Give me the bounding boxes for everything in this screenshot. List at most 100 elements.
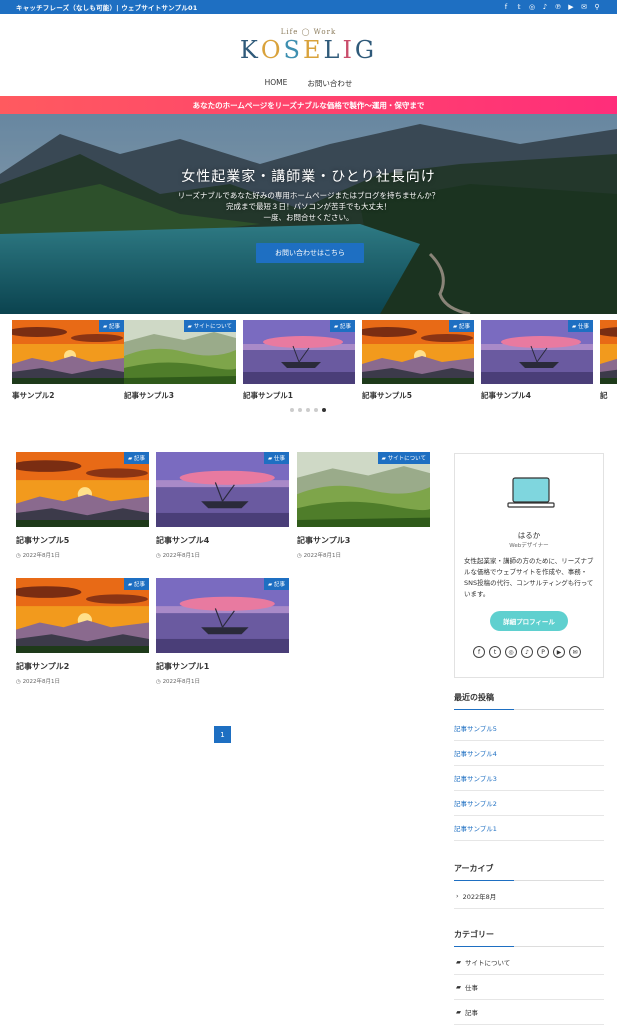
post-card[interactable]: ▰ 記事 記事サンプル2 ◷ 2022年8月1日 <box>16 578 149 685</box>
pinterest-icon[interactable]: P <box>537 646 549 658</box>
recent-item[interactable]: 記事サンプル2 <box>454 791 604 816</box>
slider-dot[interactable] <box>314 408 318 412</box>
recent-item[interactable]: 記事サンプル4 <box>454 741 604 766</box>
category-badge-label: サイトについて <box>387 456 426 462</box>
logo-letter: G <box>354 36 378 64</box>
twitter-icon[interactable]: 𝕥 <box>515 3 523 11</box>
slider-item[interactable]: 記 <box>600 320 617 401</box>
facebook-icon[interactable]: f <box>473 646 485 658</box>
post-thumbnail[interactable]: ▰ 記事 <box>16 578 149 653</box>
recent-item[interactable]: 記事サンプル1 <box>454 816 604 841</box>
slider-item-title[interactable]: 記事サンプル3 <box>124 390 236 401</box>
post-title[interactable]: 記事サンプル1 <box>156 661 289 672</box>
slider-item[interactable]: ▰ 記事 記事サンプル5 <box>362 320 474 401</box>
post-thumbnail[interactable]: ▰ 記事 <box>16 452 149 527</box>
promo-banner[interactable]: あなたのホームページをリーズナブルな価格で製作〜運用・保守まで <box>0 96 617 114</box>
slider-thumbnail[interactable]: ▰ 記事 <box>12 320 124 384</box>
category-badge-label: 記事 <box>133 456 145 462</box>
slider-item[interactable]: ▰ サイトについて 記事サンプル3 <box>124 320 236 401</box>
instagram-icon[interactable]: ◎ <box>505 646 517 658</box>
slider-dot[interactable] <box>290 408 294 412</box>
profile-role: Webデザイナー <box>509 543 549 549</box>
slider-dots <box>290 408 326 412</box>
archive-item-label: 2022年8月 <box>462 893 497 901</box>
site-logo[interactable]: KOSELIG <box>0 36 617 64</box>
category-item-label: 記事 <box>465 1009 478 1017</box>
slider-thumbnail[interactable] <box>600 320 617 384</box>
post-card[interactable]: ▰ サイトについて 記事サンプル3 ◷ 2022年8月1日 <box>297 452 430 559</box>
category-badge: ▰ サイトについて <box>183 320 236 332</box>
post-thumbnail[interactable]: ▰ 記事 <box>156 578 289 653</box>
slider-item-title[interactable]: 記事サンプル5 <box>362 390 474 401</box>
instagram-icon[interactable]: ◎ <box>528 3 536 11</box>
category-list: ▰ サイトについて ▰ 仕事 ▰ 記事 <box>454 950 604 1025</box>
slider-thumbnail[interactable]: ▰ 仕事 <box>481 320 593 384</box>
archive-item[interactable]: › 2022年8月 <box>454 884 604 909</box>
slider-item[interactable]: ▰ 記事 事サンプル2 <box>12 320 124 401</box>
pinterest-icon[interactable]: ℗ <box>554 3 562 11</box>
slider-thumbnail[interactable]: ▰ サイトについて <box>124 320 236 384</box>
profile-bio: 女性起業家・講師の方のために、リーズナブルな価格でウェブサイトを作成や、事務・S… <box>464 557 594 598</box>
archive-title: アーカイブ <box>454 863 604 881</box>
slider-item-title[interactable]: 記事サンプル4 <box>481 390 593 401</box>
category-badge-label: 仕事 <box>577 324 589 330</box>
category-item-label: 仕事 <box>465 984 478 992</box>
profile-detail-button[interactable]: 詳細プロフィール <box>490 611 568 631</box>
slider-dot[interactable] <box>306 408 310 412</box>
nav-contact[interactable]: お問い合わせ <box>307 78 352 89</box>
recent-item[interactable]: 記事サンプル3 <box>454 766 604 791</box>
category-item[interactable]: ▰ サイトについて <box>454 950 604 975</box>
category-badge: ▰ 記事 <box>124 578 149 590</box>
twitter-icon[interactable]: t <box>489 646 501 658</box>
pagination-page-1[interactable]: 1 <box>214 726 231 743</box>
mail-icon[interactable]: ✉ <box>580 3 588 11</box>
recent-item[interactable]: 記事サンプル5 <box>454 716 604 741</box>
slider-item-title[interactable]: 記 <box>600 390 617 401</box>
post-card[interactable]: ▰ 仕事 記事サンプル4 ◷ 2022年8月1日 <box>156 452 289 559</box>
post-title[interactable]: 記事サンプル5 <box>16 535 149 546</box>
tiktok-icon[interactable]: ♪ <box>541 3 549 11</box>
post-title[interactable]: 記事サンプル3 <box>297 535 430 546</box>
archive-list: › 2022年8月 <box>454 884 604 909</box>
mail-icon[interactable]: ✉ <box>569 646 581 658</box>
facebook-icon[interactable]: f <box>502 3 510 11</box>
slider-item-title[interactable]: 記事サンプル1 <box>243 390 355 401</box>
post-thumbnail[interactable]: ▰ サイトについて <box>297 452 430 527</box>
category-badge-label: 記事 <box>273 582 285 588</box>
post-date: ◷ 2022年8月1日 <box>156 677 289 685</box>
sunset-image <box>600 320 617 384</box>
main-nav: HOME お問い合わせ <box>0 78 617 89</box>
post-card[interactable]: ▰ 記事 記事サンプル5 ◷ 2022年8月1日 <box>16 452 149 559</box>
post-card[interactable]: ▰ 記事 記事サンプル1 ◷ 2022年8月1日 <box>156 578 289 685</box>
slider-item[interactable]: ▰ 記事 記事サンプル1 <box>243 320 355 401</box>
folder-icon: ▰ <box>456 983 461 991</box>
hero-contact-button[interactable]: お問い合わせはこちら <box>256 243 364 263</box>
slider-dot[interactable] <box>298 408 302 412</box>
post-date-text: 2022年8月1日 <box>162 679 201 685</box>
tiktok-icon[interactable]: ♪ <box>521 646 533 658</box>
slider-thumbnail[interactable]: ▰ 記事 <box>243 320 355 384</box>
search-icon[interactable]: ⚲ <box>593 3 601 11</box>
hero-lead-line-2: 完成まで最短３日！パソコンが苦手でも大丈夫！ <box>226 202 391 211</box>
post-date: ◷ 2022年8月1日 <box>156 551 289 559</box>
profile-name: はるか <box>517 531 541 540</box>
post-thumbnail[interactable]: ▰ 仕事 <box>156 452 289 527</box>
slider-dot[interactable] <box>322 408 326 412</box>
logo-letter: E <box>302 36 324 64</box>
youtube-icon[interactable]: ▶ <box>567 3 575 11</box>
laptop-icon <box>507 477 555 508</box>
post-title[interactable]: 記事サンプル2 <box>16 661 149 672</box>
slider-thumbnail[interactable]: ▰ 記事 <box>362 320 474 384</box>
category-item[interactable]: ▰ 記事 <box>454 1000 604 1025</box>
nav-home[interactable]: HOME <box>265 78 288 89</box>
slider-item[interactable]: ▰ 仕事 記事サンプル4 <box>481 320 593 401</box>
recent-item-label: 記事サンプル2 <box>454 800 497 808</box>
category-item[interactable]: ▰ 仕事 <box>454 975 604 1000</box>
recent-item-label: 記事サンプル3 <box>454 775 497 783</box>
post-date: ◷ 2022年8月1日 <box>297 551 430 559</box>
youtube-icon[interactable]: ▶ <box>553 646 565 658</box>
post-title[interactable]: 記事サンプル4 <box>156 535 289 546</box>
post-date: ◷ 2022年8月1日 <box>16 551 149 559</box>
folder-icon: ▰ <box>456 1008 461 1016</box>
hero-title: 女性起業家・講師業・ひとり社長向け <box>181 169 436 185</box>
